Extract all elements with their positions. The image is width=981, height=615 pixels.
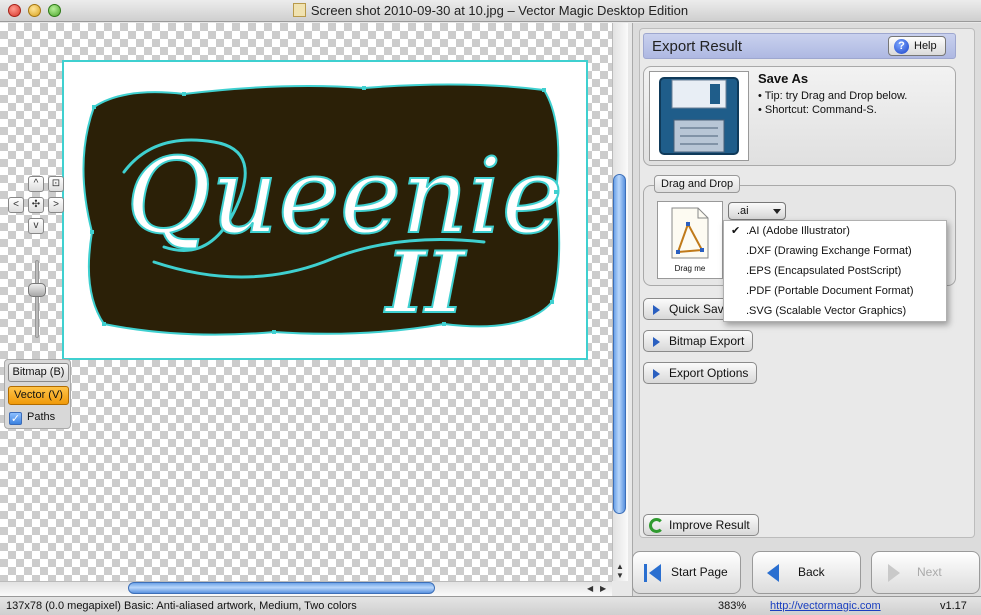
export-header: Export Result ? Help [643,33,956,59]
pan-up-button[interactable]: ^ [28,176,44,192]
floppy-disk-icon [659,77,739,155]
bitmap-export-button[interactable]: Bitmap Export [643,330,754,352]
save-as-title: Save As [758,71,809,86]
back-button[interactable]: Back [752,551,861,594]
chevron-down-icon [773,209,781,214]
format-select[interactable]: .ai [728,202,786,220]
drag-and-drop-label: Drag and Drop [654,175,741,193]
next-arrow-icon [888,564,900,582]
save-as-tips: • Tip: try Drag and Drop below. • Shortc… [758,90,908,116]
paths-checkbox[interactable]: ✓ [9,412,22,425]
website-link[interactable]: http://vectormagic.com [770,597,881,615]
scroll-up-arrow[interactable]: ▲ [616,562,624,571]
paths-toggle[interactable]: ✓ Paths [9,409,55,425]
export-title: Export Result [652,38,743,55]
checkmark-icon: ✔ [731,225,741,237]
menu-item-ai[interactable]: ✔ .AI (Adobe Illustrator) [724,221,946,241]
pan-down-button[interactable]: v [28,218,44,234]
disclosure-triangle-icon [653,305,660,315]
zoom-fit-button[interactable]: ⊡ [48,176,64,192]
pan-left-button[interactable]: < [8,197,24,213]
pan-center-button[interactable]: ✣ [28,197,44,213]
vector-view-button[interactable]: Vector (V) [8,386,69,405]
help-button[interactable]: ? Help [888,36,946,56]
format-dropdown-menu: ✔ .AI (Adobe Illustrator) .DXF (Drawing … [723,220,947,322]
status-bar: 137x78 (0.0 megapixel) Basic: Anti-alias… [0,596,981,615]
drag-me-file[interactable]: Drag me [657,201,723,279]
first-page-bar-icon [644,564,647,582]
vector-file-icon [671,207,709,259]
zoom-level: 383% [718,600,747,612]
disclosure-triangle-icon [653,337,660,347]
scroll-down-arrow[interactable]: ▼ [616,571,624,580]
zoom-slider-track[interactable] [35,260,39,338]
menu-item-pdf[interactable]: .PDF (Portable Document Format) [724,281,946,301]
vertical-scroll-thumb[interactable] [613,174,626,514]
canvas-area[interactable]: Queenie II ^ ⊡ < ✣ > v Bitmap (B) Vector… [0,23,612,581]
bitmap-view-button[interactable]: Bitmap (B) [8,363,69,382]
menu-item-dxf[interactable]: .DXF (Drawing Exchange Format) [724,241,946,261]
save-as-button[interactable] [649,71,749,161]
next-button[interactable]: Next [871,551,980,594]
zoom-slider-thumb[interactable] [28,283,46,297]
menu-item-svg[interactable]: .SVG (Scalable Vector Graphics) [724,301,946,321]
help-icon: ? [894,39,909,54]
improve-result-button[interactable]: Improve Result [643,514,759,536]
refresh-icon [649,518,664,533]
status-info: 137x78 (0.0 megapixel) Basic: Anti-alias… [6,600,357,612]
scroll-right-arrow[interactable]: ▶ [600,584,606,593]
artwork-word: Queenie [126,135,563,257]
pan-right-button[interactable]: > [48,197,64,213]
version-label: v1.17 [940,600,967,612]
disclosure-triangle-icon [653,369,660,379]
save-as-box[interactable]: Save As • Tip: try Drag and Drop below. … [643,66,956,166]
vector-artwork[interactable]: Queenie II [62,60,588,360]
artwork-numeral: II [384,233,467,332]
queenie-artwork: Queenie II [82,83,564,336]
start-arrow-icon [649,564,661,582]
scroll-left-arrow[interactable]: ◀ [587,584,593,593]
start-page-button[interactable]: Start Page [632,551,741,594]
window-title: Screen shot 2010-09-30 at 10.jpg – Vecto… [0,3,981,18]
title-bar: Screen shot 2010-09-30 at 10.jpg – Vecto… [0,0,981,22]
view-mode-panel: Bitmap (B) Vector (V) ✓ Paths [4,359,71,429]
back-arrow-icon [767,564,779,582]
horizontal-scroll-thumb[interactable] [128,582,435,594]
document-icon [292,3,306,17]
export-options-button[interactable]: Export Options [643,362,758,384]
menu-item-eps[interactable]: .EPS (Encapsulated PostScript) [724,261,946,281]
